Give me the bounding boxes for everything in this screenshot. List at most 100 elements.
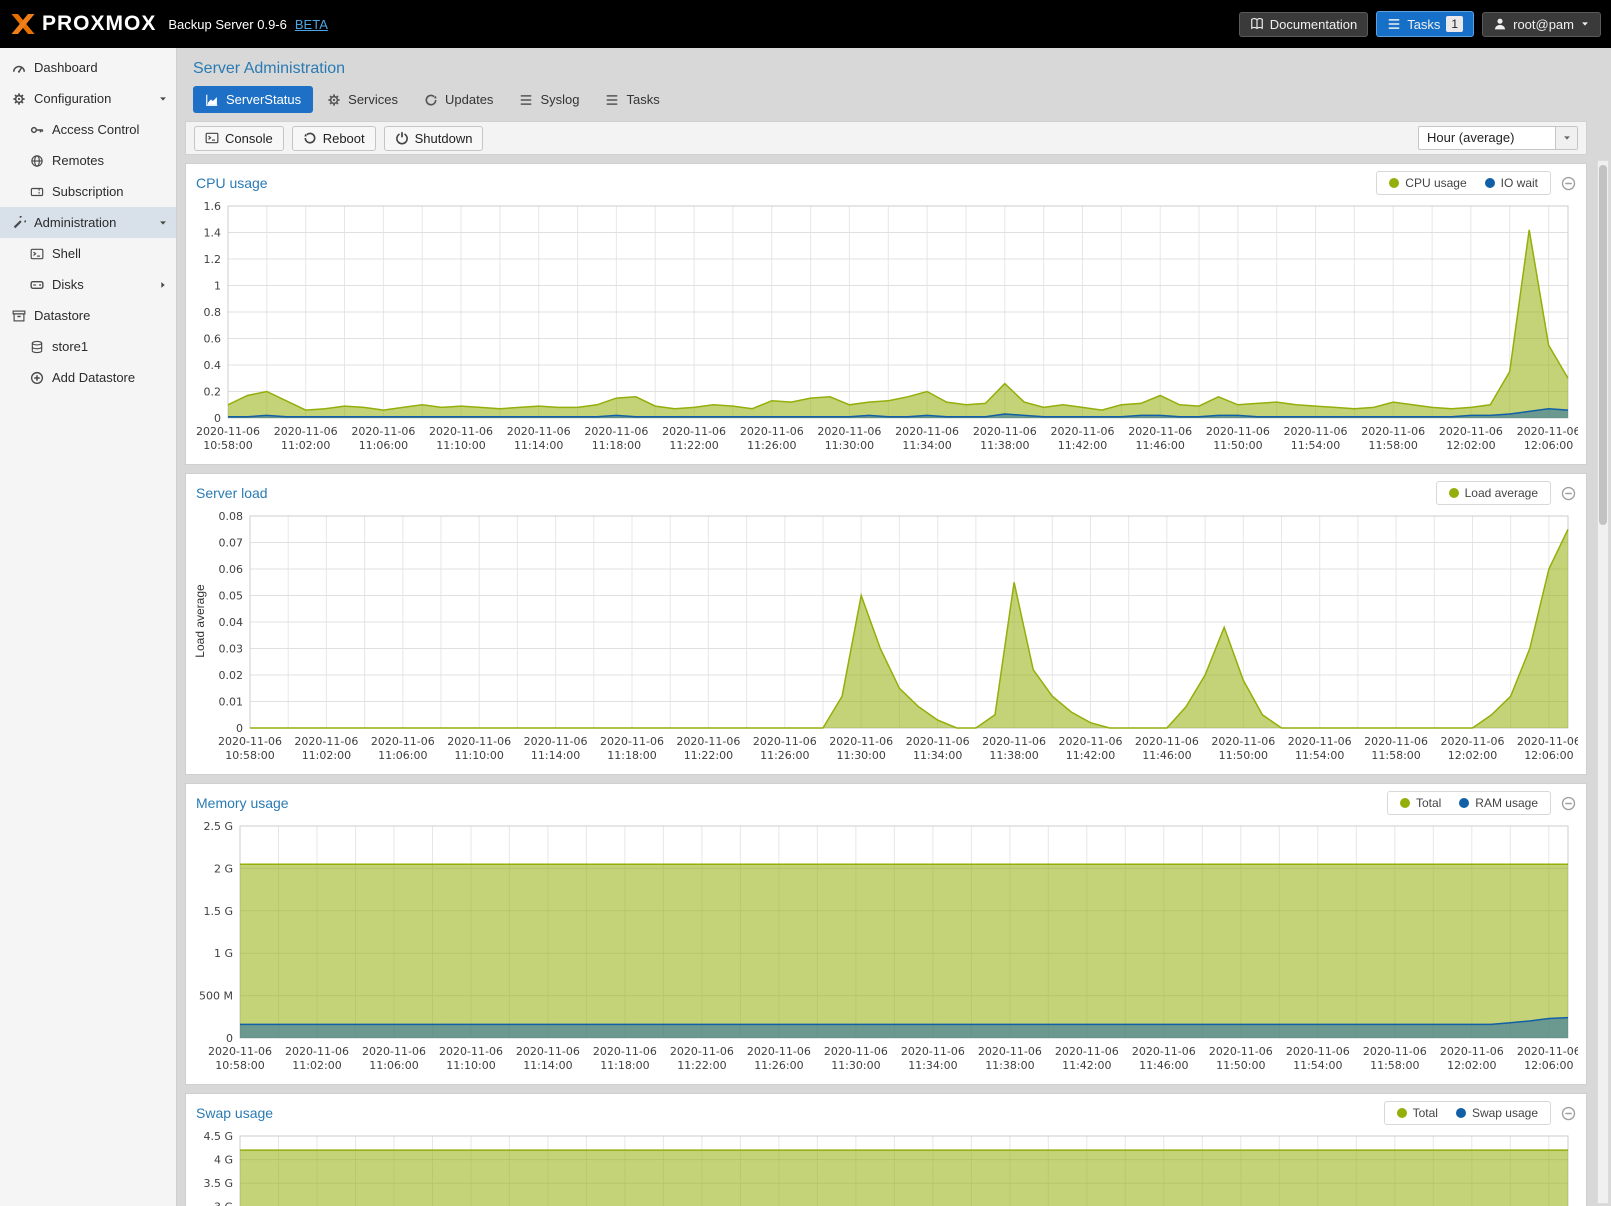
svg-text:2020-11-06: 2020-11-06 — [600, 735, 664, 748]
svg-text:11:46:00: 11:46:00 — [1142, 749, 1191, 762]
sidebar-item-administration[interactable]: Administration — [0, 207, 176, 238]
chevron-right-icon[interactable] — [158, 280, 168, 290]
svg-text:11:34:00: 11:34:00 — [908, 1059, 957, 1072]
terminal-icon — [30, 247, 44, 261]
reboot-button[interactable]: Reboot — [292, 126, 376, 151]
svg-text:2020-11-06: 2020-11-06 — [1440, 1045, 1504, 1058]
panel-title: CPU usage — [196, 175, 268, 191]
svg-text:2020-11-06: 2020-11-06 — [747, 1045, 811, 1058]
tasks-button[interactable]: Tasks 1 — [1376, 11, 1474, 37]
legend-item: Swap usage — [1456, 1106, 1538, 1120]
svg-text:2020-11-06: 2020-11-06 — [1517, 735, 1578, 748]
combo-trigger[interactable] — [1555, 127, 1577, 149]
svg-text:11:06:00: 11:06:00 — [369, 1059, 418, 1072]
svg-text:0: 0 — [226, 1032, 233, 1045]
sidebar-item-datastore[interactable]: Datastore — [0, 300, 176, 331]
svg-text:10:58:00: 10:58:00 — [203, 439, 252, 452]
svg-text:2020-11-06: 2020-11-06 — [1286, 1045, 1350, 1058]
swap-usage-panel: Swap usage Total Swap usage 0500 M1 G1.5 — [185, 1093, 1587, 1206]
svg-text:2020-11-06: 2020-11-06 — [982, 735, 1046, 748]
timeframe-select[interactable]: Hour (average) — [1418, 126, 1578, 150]
svg-text:0: 0 — [214, 412, 221, 425]
sidebar-item-disks[interactable]: Disks — [0, 269, 176, 300]
svg-text:11:02:00: 11:02:00 — [281, 439, 330, 452]
legend-item: CPU usage — [1389, 176, 1466, 190]
user-menu-button[interactable]: root@pam — [1482, 12, 1601, 37]
sidebar-item-add-datastore[interactable]: Add Datastore — [0, 362, 176, 393]
chevron-down-icon — [1562, 133, 1572, 143]
plus-circle-icon — [30, 371, 44, 385]
sidebar-item-remotes[interactable]: Remotes — [0, 145, 176, 176]
vertical-scrollbar[interactable] — [1597, 160, 1609, 1204]
svg-text:11:58:00: 11:58:00 — [1368, 439, 1417, 452]
tab-tasks[interactable]: Tasks — [593, 86, 671, 113]
svg-text:11:26:00: 11:26:00 — [754, 1059, 803, 1072]
svg-text:2020-11-06: 2020-11-06 — [351, 425, 415, 438]
collapse-panel-icon[interactable] — [1561, 176, 1576, 191]
svg-text:11:14:00: 11:14:00 — [514, 439, 563, 452]
memory-usage-panel: Memory usage Total RAM usage 0500 M1 G1. — [185, 783, 1587, 1085]
svg-text:12:06:00: 12:06:00 — [1524, 749, 1573, 762]
svg-text:0: 0 — [236, 722, 243, 735]
panel-title: Swap usage — [196, 1105, 273, 1121]
legend: Load average — [1436, 481, 1551, 505]
svg-text:2020-11-06: 2020-11-06 — [1055, 1045, 1119, 1058]
svg-text:11:30:00: 11:30:00 — [836, 749, 885, 762]
svg-text:11:38:00: 11:38:00 — [980, 439, 1029, 452]
svg-text:2020-11-06: 2020-11-06 — [662, 425, 726, 438]
svg-text:1: 1 — [214, 280, 221, 293]
tab-syslog[interactable]: Syslog — [507, 86, 591, 113]
chevron-down-icon[interactable] — [158, 218, 168, 228]
svg-text:0.06: 0.06 — [219, 563, 244, 576]
svg-text:2020-11-06: 2020-11-06 — [1132, 1045, 1196, 1058]
svg-text:2.5 G: 2.5 G — [203, 820, 233, 833]
legend: Total RAM usage — [1387, 791, 1551, 815]
svg-text:0.04: 0.04 — [219, 616, 244, 629]
svg-text:1.4: 1.4 — [204, 227, 222, 240]
tab-updates[interactable]: Updates — [412, 86, 505, 113]
tab-serverstatus[interactable]: ServerStatus — [193, 86, 313, 113]
collapse-panel-icon[interactable] — [1561, 796, 1576, 811]
svg-text:2020-11-06: 2020-11-06 — [218, 735, 282, 748]
svg-text:2020-11-06: 2020-11-06 — [817, 425, 881, 438]
svg-text:11:38:00: 11:38:00 — [989, 749, 1038, 762]
memory-usage-chart: 0500 M1 G1.5 G2 G2.5 G2020-11-0610:58:00… — [194, 820, 1578, 1078]
tab-services[interactable]: Services — [315, 86, 410, 113]
scrollbar-thumb[interactable] — [1599, 165, 1607, 525]
svg-text:2020-11-06: 2020-11-06 — [1288, 735, 1352, 748]
svg-text:12:02:00: 12:02:00 — [1447, 1059, 1496, 1072]
svg-text:2020-11-06: 2020-11-06 — [1364, 735, 1428, 748]
chevron-down-icon[interactable] — [158, 94, 168, 104]
list-icon — [1387, 17, 1401, 31]
svg-text:2020-11-06: 2020-11-06 — [1361, 425, 1425, 438]
svg-text:11:10:00: 11:10:00 — [436, 439, 485, 452]
collapse-panel-icon[interactable] — [1561, 1106, 1576, 1121]
svg-text:10:58:00: 10:58:00 — [215, 1059, 264, 1072]
console-button[interactable]: Console — [194, 126, 284, 151]
sidebar-item-dashboard[interactable]: Dashboard — [0, 52, 176, 83]
svg-text:2020-11-06: 2020-11-06 — [901, 1045, 965, 1058]
sidebar-item-shell[interactable]: Shell — [0, 238, 176, 269]
sidebar-item-store1[interactable]: store1 — [0, 331, 176, 362]
svg-text:2020-11-06: 2020-11-06 — [294, 735, 358, 748]
svg-text:2020-11-06: 2020-11-06 — [1517, 425, 1578, 438]
svg-text:2020-11-06: 2020-11-06 — [429, 425, 493, 438]
legend-dot — [1389, 178, 1399, 188]
swap-usage-chart: 0500 M1 G1.5 G2 G2.5 G3 G3.5 G4 G4.5 G20… — [194, 1130, 1578, 1206]
sidebar-item-access-control[interactable]: Access Control — [0, 114, 176, 145]
documentation-button[interactable]: Documentation — [1239, 12, 1368, 37]
svg-text:12:06:00: 12:06:00 — [1524, 1059, 1573, 1072]
svg-text:11:02:00: 11:02:00 — [302, 749, 351, 762]
legend-dot — [1459, 798, 1469, 808]
sidebar-item-configuration[interactable]: Configuration — [0, 83, 176, 114]
svg-text:11:30:00: 11:30:00 — [825, 439, 874, 452]
terminal-icon — [205, 131, 219, 145]
shutdown-button[interactable]: Shutdown — [384, 126, 484, 151]
svg-text:2020-11-06: 2020-11-06 — [1441, 735, 1505, 748]
collapse-panel-icon[interactable] — [1561, 486, 1576, 501]
beta-link[interactable]: BETA — [295, 17, 328, 32]
svg-text:11:06:00: 11:06:00 — [378, 749, 427, 762]
panel-title: Memory usage — [196, 795, 289, 811]
tab-bar: ServerStatus Services Updates Syslog Tas… — [193, 86, 1587, 113]
sidebar-item-subscription[interactable]: Subscription — [0, 176, 176, 207]
